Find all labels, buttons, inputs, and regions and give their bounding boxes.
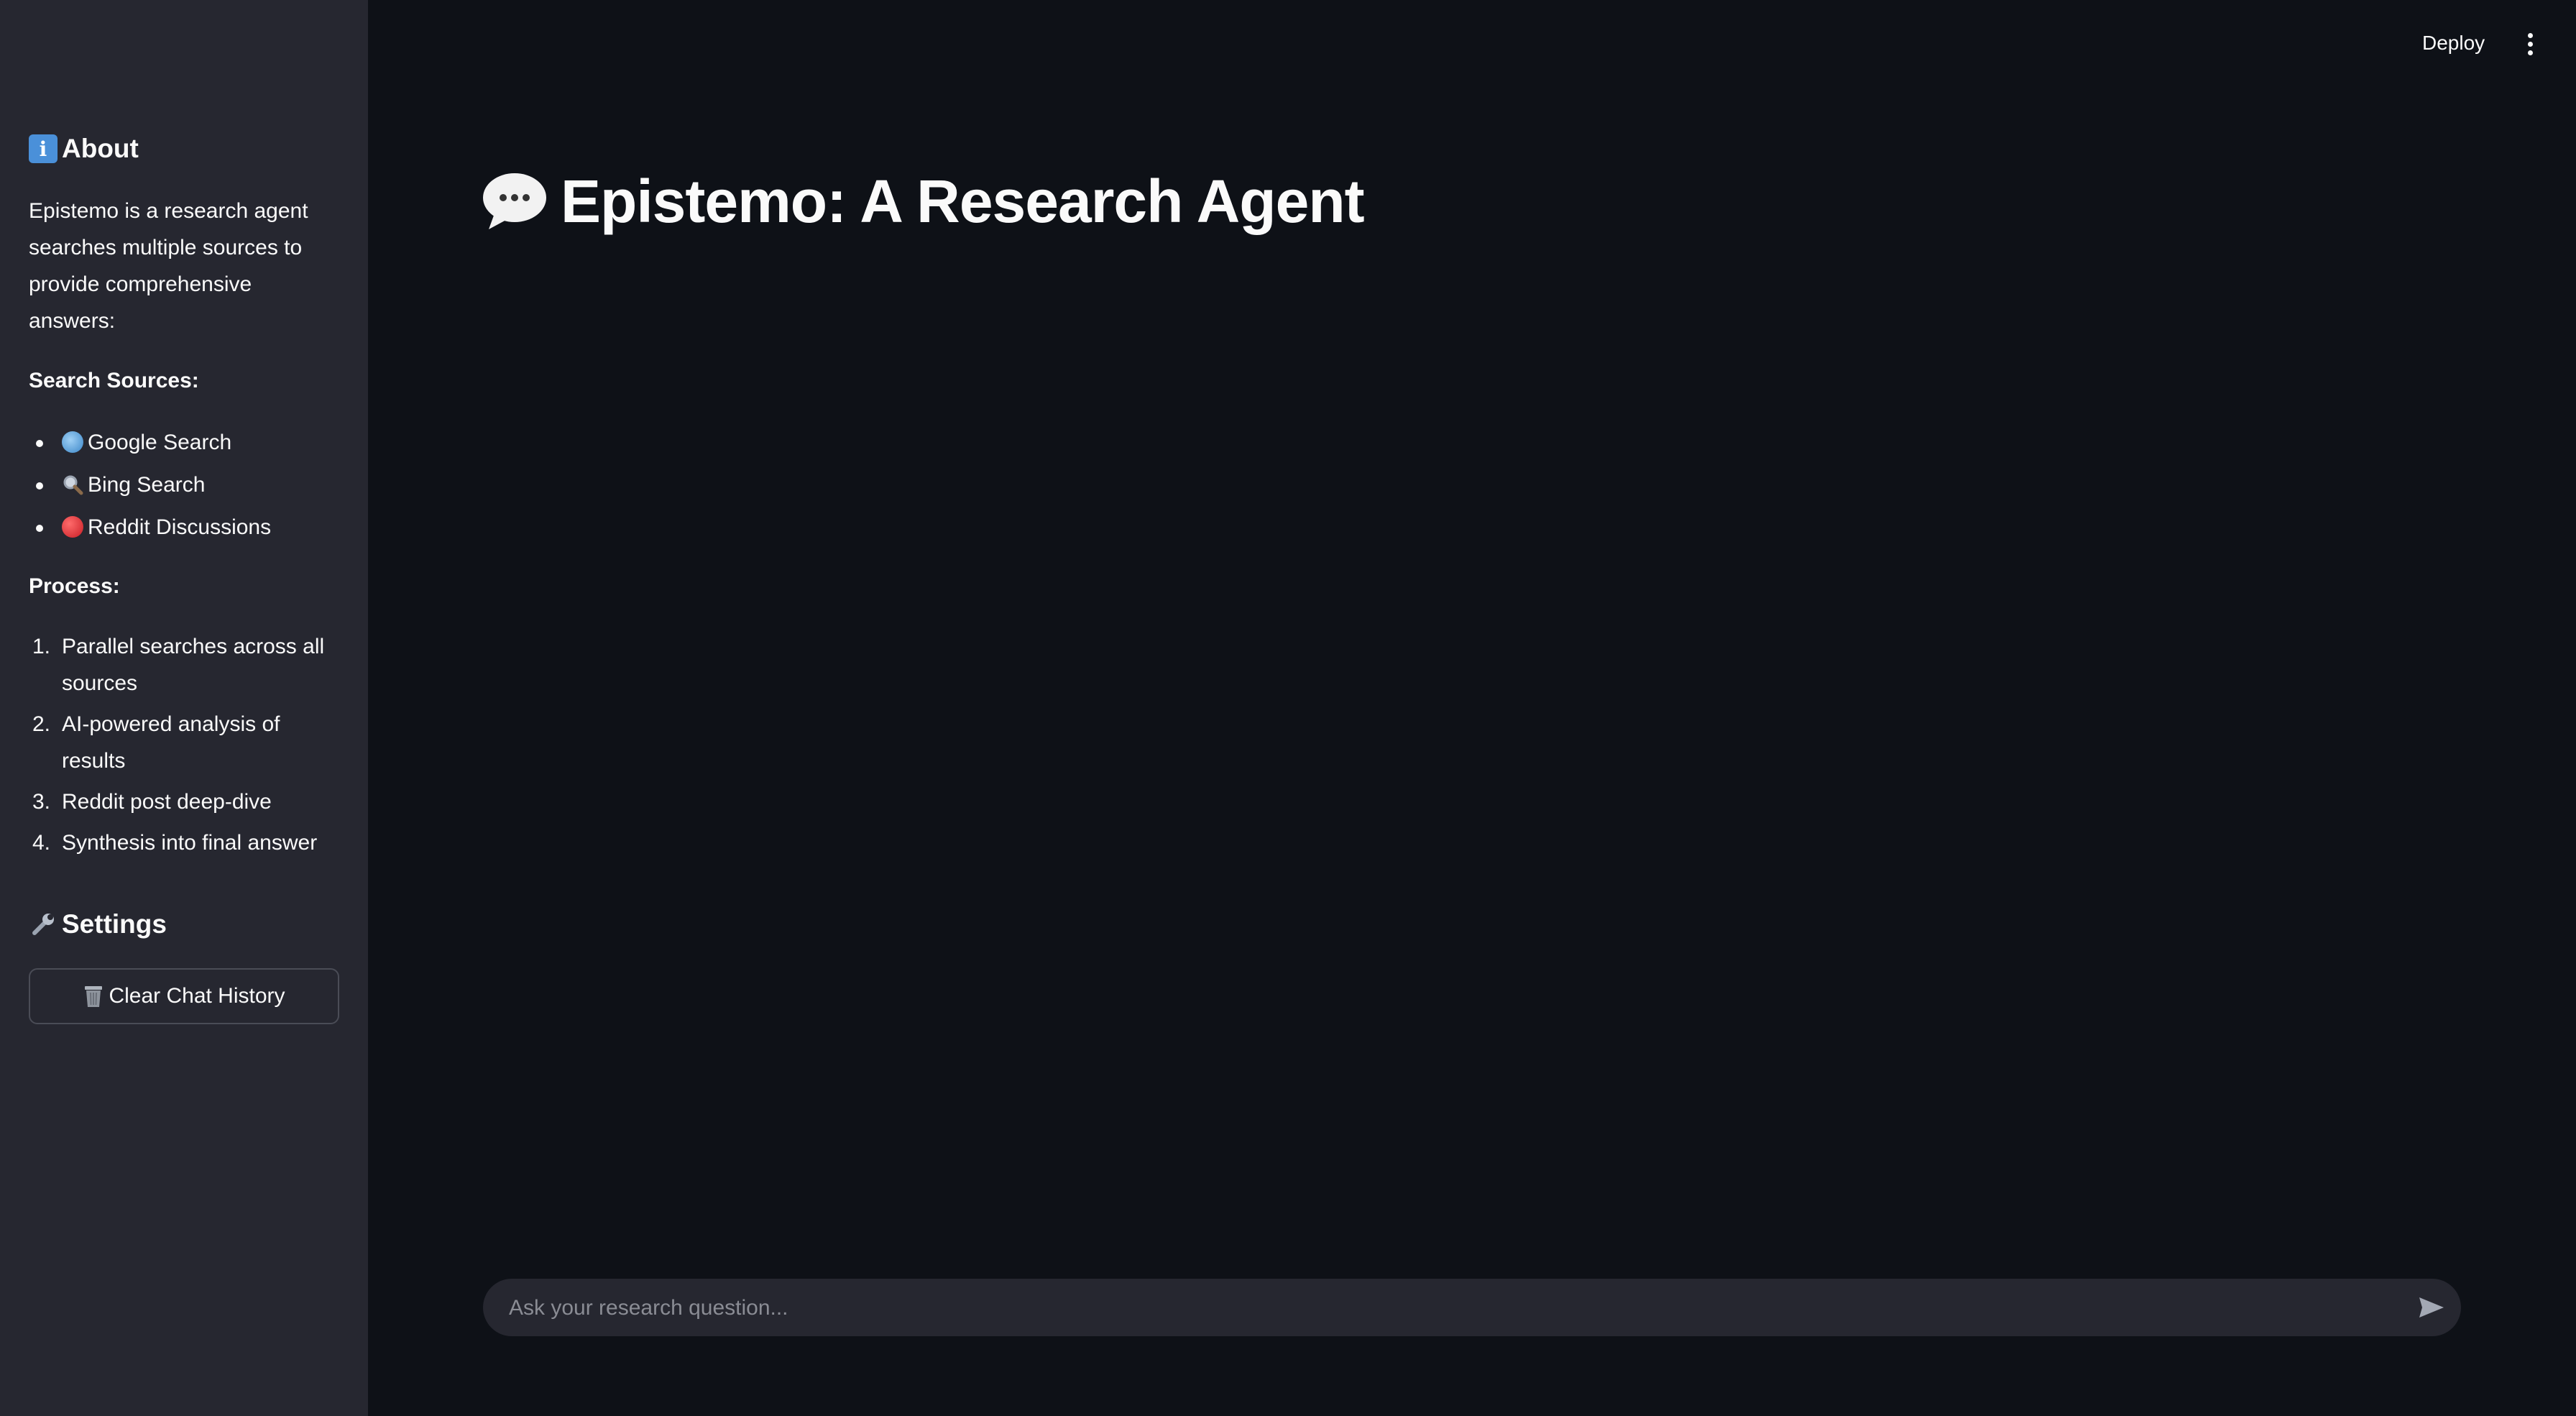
step-number: 3. bbox=[32, 790, 51, 814]
about-heading-text: About bbox=[62, 134, 139, 163]
list-item: 2. AI-powered analysis of results bbox=[29, 706, 324, 779]
list-item: Reddit Discussions bbox=[29, 506, 271, 548]
step-text-line: Parallel searches across all bbox=[62, 635, 325, 658]
page-title-text: Epistemo: A Research Agent bbox=[561, 167, 1365, 235]
info-icon: i bbox=[29, 134, 58, 163]
step-number: 2. bbox=[32, 712, 51, 736]
wastebasket-icon bbox=[83, 984, 104, 1008]
list-item: Google Search bbox=[29, 421, 271, 464]
step-text-line: AI-powered analysis of bbox=[62, 712, 280, 736]
wrench-icon bbox=[29, 910, 58, 939]
process-list: 1. Parallel searches across all sources … bbox=[29, 628, 324, 865]
settings-heading-text: Settings bbox=[62, 909, 167, 939]
clear-chat-history-button[interactable]: Clear Chat History bbox=[29, 968, 339, 1024]
deploy-button[interactable]: Deploy bbox=[2422, 32, 2485, 55]
step-number: 4. bbox=[32, 831, 51, 855]
chat-input-bar bbox=[483, 1279, 2461, 1338]
list-item: Bing Search bbox=[29, 464, 271, 506]
page-title: Epistemo: A Research Agent bbox=[482, 167, 1365, 236]
more-vert-icon[interactable] bbox=[2524, 33, 2536, 59]
list-item: 1. Parallel searches across all sources bbox=[29, 628, 324, 702]
settings-heading: Settings bbox=[29, 909, 167, 939]
step-text-line: sources bbox=[62, 671, 138, 695]
list-item: 3. Reddit post deep-dive bbox=[29, 783, 324, 820]
step-text-line: results bbox=[62, 749, 126, 773]
source-label: Bing Search bbox=[88, 473, 206, 497]
sidebar: i About Epistemo is a research agent sea… bbox=[0, 0, 368, 1416]
search-sources-list: Google Search Bing Search Reddit Discuss… bbox=[29, 421, 271, 548]
step-text-line: Reddit post deep-dive bbox=[62, 790, 272, 814]
list-item: 4. Synthesis into final answer bbox=[29, 824, 324, 861]
speech-balloon-icon bbox=[482, 169, 548, 235]
source-label: Google Search bbox=[88, 431, 232, 454]
clear-button-label: Clear Chat History bbox=[109, 984, 285, 1008]
search-sources-label: Search Sources: bbox=[29, 369, 199, 392]
send-icon[interactable] bbox=[2415, 1292, 2447, 1323]
globe-icon bbox=[62, 431, 83, 453]
magnifier-icon bbox=[62, 474, 83, 495]
about-heading: i About bbox=[29, 134, 139, 164]
step-text-line: Synthesis into final answer bbox=[62, 831, 318, 855]
about-description: Epistemo is a research agent searches mu… bbox=[29, 199, 308, 333]
chat-input[interactable] bbox=[507, 1279, 2379, 1338]
source-label: Reddit Discussions bbox=[88, 515, 272, 539]
process-label: Process: bbox=[29, 574, 120, 598]
step-number: 1. bbox=[32, 635, 51, 658]
app-window: i About Epistemo is a research agent sea… bbox=[0, 0, 2576, 1416]
red-circle-icon bbox=[62, 516, 83, 538]
